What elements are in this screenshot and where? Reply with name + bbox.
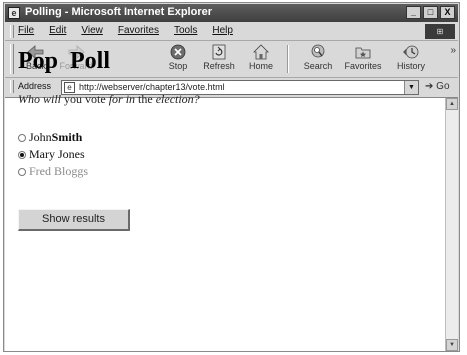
stop-button[interactable]: Stop — [157, 43, 199, 75]
favorites-label: Favorites — [344, 61, 382, 71]
option-fred-bloggs[interactable]: Fred Bloggs — [18, 164, 88, 179]
windows-logo-icon: ⊞ — [425, 24, 455, 39]
option-first-name: John — [29, 130, 52, 144]
refresh-label: Refresh — [203, 61, 235, 71]
menu-help[interactable]: Help — [212, 25, 233, 36]
favorites-folder-icon — [355, 47, 371, 59]
option-label: Mary Jones — [29, 147, 85, 161]
radio-fred-bloggs[interactable] — [18, 167, 26, 176]
title-bar[interactable]: e Polling - Microsoft Internet Explorer … — [5, 4, 458, 22]
menu-edit[interactable]: Edit — [49, 25, 66, 36]
home-label: Home — [248, 61, 273, 71]
home-button[interactable]: Home — [240, 43, 282, 75]
minimize-button[interactable]: _ — [406, 6, 421, 19]
close-button[interactable]: X — [440, 6, 455, 19]
refresh-icon — [212, 44, 226, 60]
ie-icon: e — [8, 7, 20, 19]
question-part-3: for in — [108, 92, 136, 106]
menu-tools[interactable]: Tools — [174, 25, 197, 36]
search-button[interactable]: Search — [297, 43, 339, 75]
menu-file[interactable]: File — [18, 25, 34, 36]
address-url[interactable]: http://webserver/chapter13/vote.html — [79, 82, 225, 92]
history-label: History — [396, 61, 425, 71]
go-button[interactable]: ➔ Go — [425, 81, 450, 92]
menu-grip[interactable] — [10, 25, 14, 38]
history-button[interactable]: History — [390, 43, 432, 75]
go-label: Go — [436, 81, 450, 92]
address-dropdown-icon[interactable]: ▼ — [404, 81, 418, 94]
option-john-smith[interactable]: John Smith — [18, 130, 82, 145]
stop-label: Stop — [168, 61, 188, 71]
show-results-button[interactable]: Show results — [18, 209, 130, 231]
question-part-1: Who will — [18, 92, 62, 106]
page-heading: Pop Poll — [18, 48, 111, 74]
stop-icon — [170, 44, 186, 60]
scroll-down-icon[interactable]: ▼ — [446, 339, 458, 351]
menu-bar: File Edit View Favorites Tools Help ⊞ — [5, 23, 458, 41]
vertical-scrollbar[interactable]: ▲ ▼ — [445, 98, 458, 351]
option-last-name: Smith — [51, 130, 83, 144]
go-arrow-icon: ➔ — [425, 81, 434, 92]
address-label: Address — [18, 81, 52, 91]
search-label: Search — [303, 61, 333, 71]
refresh-button[interactable]: Refresh — [198, 43, 240, 75]
poll-question: Who will you vote for in the election? — [18, 92, 200, 107]
question-part-2: you vote — [61, 92, 109, 106]
home-icon — [253, 44, 269, 60]
question-part-5: election? — [155, 92, 200, 106]
address-grip[interactable] — [10, 80, 14, 93]
toolbar-grip[interactable] — [10, 44, 14, 74]
option-mary-jones[interactable]: Mary Jones — [18, 147, 85, 162]
search-icon — [311, 44, 325, 58]
menu-favorites[interactable]: Favorites — [118, 25, 159, 36]
window-title: Polling - Microsoft Internet Explorer — [25, 6, 213, 18]
menu-view[interactable]: View — [81, 25, 103, 36]
toolbar-separator — [287, 45, 289, 73]
question-part-4: the — [135, 92, 156, 106]
history-icon — [403, 45, 419, 59]
radio-mary-jones[interactable] — [18, 150, 26, 159]
toolbar-chevron-icon[interactable]: » — [450, 45, 456, 56]
radio-john-smith[interactable] — [18, 133, 26, 142]
scroll-up-icon[interactable]: ▲ — [446, 98, 458, 110]
option-label: Fred Bloggs — [29, 164, 89, 178]
maximize-button[interactable]: □ — [423, 6, 438, 19]
favorites-button[interactable]: Favorites — [342, 43, 384, 75]
